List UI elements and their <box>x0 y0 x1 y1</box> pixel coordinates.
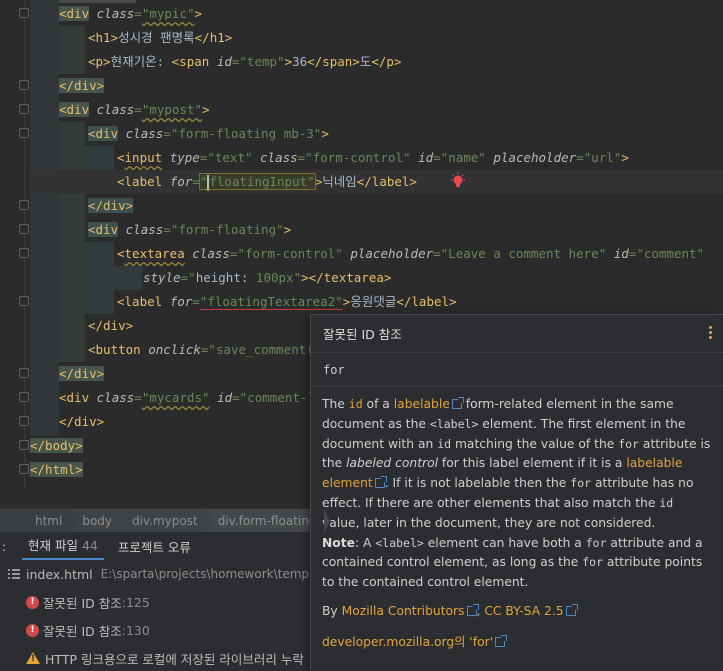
lightbulb-icon[interactable] <box>449 172 467 190</box>
tab-project-errors[interactable]: 프로젝트 오류 <box>118 537 191 556</box>
indent-guide <box>59 26 85 74</box>
code-line[interactable]: <div class="form-floating mb-3"> <box>88 122 329 146</box>
error-icon: ! <box>26 595 39 609</box>
code-line-current[interactable]: <label for=" floatingInput">닉네임</label> <box>117 170 417 194</box>
tab-current-file-count: 44 <box>81 538 98 553</box>
doc-code-id: id <box>348 397 363 411</box>
tab-current-file[interactable]: 현재 파일 44 <box>22 532 104 560</box>
fold-marker[interactable] <box>19 296 29 306</box>
fold-marker[interactable] <box>19 8 29 18</box>
code-line[interactable]: <label for="floatingTextarea2">응원댓글</lab… <box>117 290 457 314</box>
fold-marker[interactable] <box>19 464 29 474</box>
indent-guide <box>30 0 59 98</box>
fold-marker[interactable] <box>19 128 29 138</box>
breadcrumb-html[interactable]: html <box>30 508 77 533</box>
indent-guide <box>114 266 142 290</box>
code-line[interactable]: </div> <box>59 74 105 98</box>
code-line[interactable]: </body> <box>30 434 83 458</box>
breadcrumb-body[interactable]: body <box>70 508 126 533</box>
popup-title: 잘못된 ID 참조 <box>323 327 402 342</box>
fold-marker[interactable] <box>19 392 29 402</box>
problem-message: HTTP 링크용으로 로컬에 저장된 라이브러리 누락 <box>45 651 304 667</box>
doc-note: Note: A <label> element can have both a … <box>322 535 703 590</box>
problem-location: :125 <box>121 594 150 610</box>
fold-marker[interactable] <box>19 80 29 90</box>
code-line[interactable]: <div class="mycards" id="comment-lis <box>59 386 330 410</box>
code-line[interactable]: </div> <box>88 194 134 218</box>
code-line[interactable]: <div class="mypic"> <box>59 2 202 26</box>
code-line[interactable]: <div class="form-floating"> <box>88 218 291 242</box>
indent-guide <box>30 98 59 436</box>
problem-file-name: index.html <box>26 566 93 582</box>
file-tree-icon <box>8 569 20 579</box>
problem-file-path: E:\sparta\projects\homework\templates <box>100 567 339 581</box>
code-line[interactable]: <textarea class="form-control" placehold… <box>117 242 704 266</box>
tabs-overflow-marker: : <box>2 538 7 554</box>
mdn-for-link[interactable]: developer.mozilla.org의 'for' <box>322 635 493 649</box>
problem-message: 잘못된 ID 참조 <box>43 623 122 639</box>
indent-guide <box>59 122 85 362</box>
mozilla-contributors-link[interactable]: Mozilla Contributors <box>342 604 465 618</box>
external-link-icon <box>451 397 464 409</box>
fold-marker[interactable] <box>19 200 29 210</box>
external-link-icon <box>495 634 508 647</box>
doc-attribution: By Mozilla Contributors, CC BY-SA 2.5 <box>322 602 711 622</box>
code-line[interactable]: </div> <box>88 314 133 338</box>
fold-marker[interactable] <box>19 104 29 114</box>
doc-paragraph: The id of a labelable form-related eleme… <box>322 397 711 530</box>
breadcrumb-div-mypost[interactable]: div.mypost <box>120 508 212 533</box>
fold-marker[interactable] <box>19 248 29 258</box>
code-line[interactable]: <button onclick="save_comment()" <box>88 338 329 362</box>
code-line[interactable]: </div> <box>59 410 104 434</box>
more-options-icon[interactable] <box>709 326 713 342</box>
code-line[interactable]: <h1>성시경 팬명록</h1> <box>88 26 232 50</box>
doc-footer: developer.mozilla.org의 'for' <box>322 633 711 653</box>
inspection-popup: 잘못된 ID 참조 for The id of a labelable form… <box>310 314 723 671</box>
code-line[interactable]: </html> <box>30 458 83 482</box>
warning-icon: ! <box>26 652 40 664</box>
code-line[interactable]: </div> <box>59 362 105 386</box>
problem-location: :130 <box>121 622 150 638</box>
code-line[interactable]: style="height: 100px"></textarea> <box>143 266 391 290</box>
code-line[interactable]: <input type="text" class="form-control" … <box>117 146 629 170</box>
popup-documentation: The id of a labelable form-related eleme… <box>311 387 723 653</box>
tab-current-file-label: 현재 파일 <box>28 538 78 553</box>
fold-marker[interactable] <box>19 368 29 378</box>
fold-marker[interactable] <box>19 416 29 426</box>
fold-marker[interactable] <box>19 440 29 450</box>
external-link-icon <box>374 476 387 489</box>
popup-header: 잘못된 ID 참조 <box>311 315 723 353</box>
popup-signature: for <box>311 353 723 387</box>
problem-message: 잘못된 ID 참조 <box>43 595 122 611</box>
code-line[interactable]: <div class="mypost"> <box>59 98 210 122</box>
license-link[interactable]: CC BY-SA 2.5 <box>484 604 563 618</box>
external-link-icon <box>466 603 479 616</box>
external-link-icon <box>565 603 578 616</box>
fold-marker[interactable] <box>19 224 29 234</box>
labelable-link[interactable]: labelable <box>394 397 450 411</box>
indent-guide <box>85 242 114 314</box>
error-icon: ! <box>26 623 39 637</box>
breadcrumb-div-form-floating[interactable]: div.form-floating <box>205 508 331 533</box>
code-line[interactable]: <p>현재기온: <span id="temp">36</span>도</p> <box>88 50 401 74</box>
